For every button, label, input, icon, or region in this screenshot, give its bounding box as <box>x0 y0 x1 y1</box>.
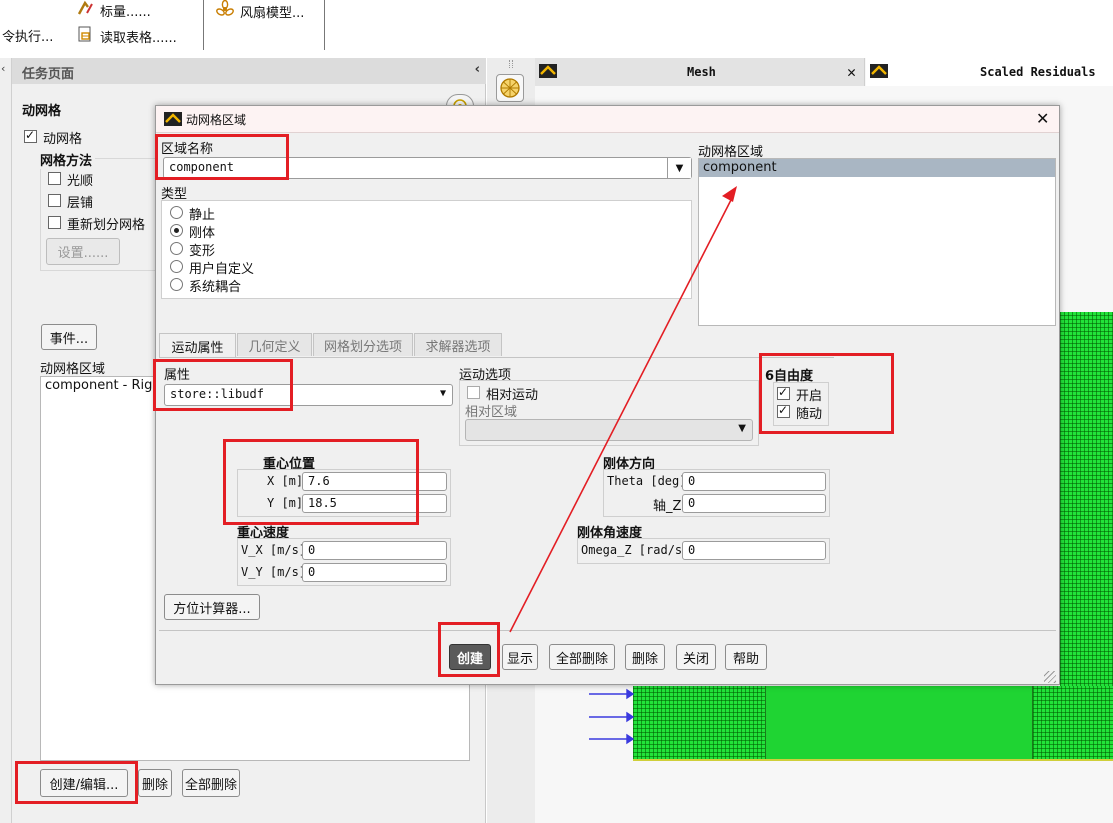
annotation-arrow-icon <box>509 186 737 633</box>
